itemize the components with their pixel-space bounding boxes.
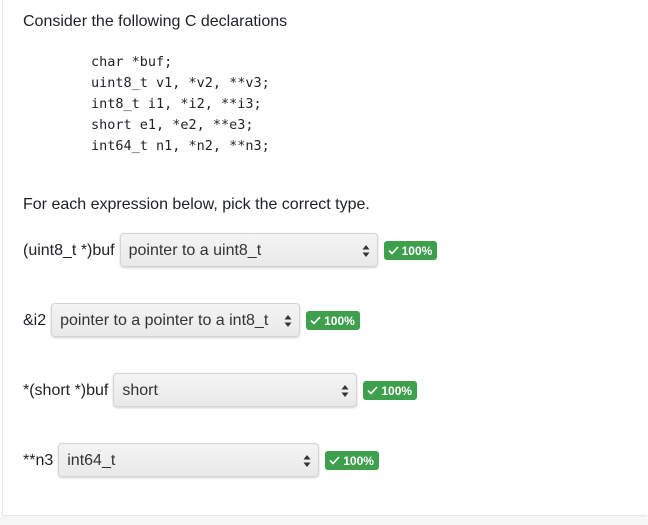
select-arrows-icon <box>341 385 349 397</box>
code-line: int64_t n1, *n2, **n3; <box>91 138 270 154</box>
expression-label: **n3 <box>23 452 54 469</box>
question-row-1: (uint8_t *)buf pointer to a uint8_t 100% <box>23 233 438 269</box>
check-icon <box>388 246 399 255</box>
footer-strip <box>0 516 648 525</box>
type-select-2[interactable]: pointer to a pointer to a int8_t <box>51 303 301 337</box>
check-icon <box>367 386 378 395</box>
code-line: uint8_t v1, *v2, **v3; <box>91 75 270 91</box>
select-arrows-icon <box>303 455 311 467</box>
score-badge: 100% <box>363 381 418 400</box>
code-line: int8_t i1, *i2, **i3; <box>91 96 262 112</box>
expression-label: &i2 <box>23 312 47 329</box>
question-row-3: *(short *)buf short 100% <box>23 373 418 409</box>
code-line: char *buf; <box>91 54 173 70</box>
selected-value: int64_t <box>67 452 116 469</box>
type-select-1[interactable]: pointer to a uint8_t <box>119 233 378 267</box>
select-arrows-icon <box>284 315 292 327</box>
selected-value: pointer to a uint8_t <box>128 242 262 259</box>
expression-label: *(short *)buf <box>23 382 109 399</box>
instruction-text: For each expression below, pick the corr… <box>23 196 370 213</box>
score-badge: 100% <box>383 241 438 260</box>
score-badge: 100% <box>306 311 360 330</box>
code-line: short e1, *e2, **e3; <box>91 117 254 133</box>
expression-label: (uint8_t *)buf <box>23 242 115 259</box>
question-intro: Consider the following C declarations <box>23 13 288 30</box>
selected-value: pointer to a pointer to a int8_t <box>60 312 269 329</box>
type-select-3[interactable]: short <box>113 373 358 407</box>
check-icon <box>310 316 321 325</box>
selected-value: short <box>122 382 158 399</box>
score-text: 100% <box>381 383 413 398</box>
score-text: 100% <box>401 243 433 258</box>
select-arrows-icon <box>362 245 370 257</box>
score-text: 100% <box>343 453 374 468</box>
question-row-2: &i2 pointer to a pointer to a int8_t 100… <box>23 303 360 339</box>
check-icon <box>329 456 340 465</box>
question-row-4: **n3 int64_t 100% <box>23 443 379 479</box>
score-badge: 100% <box>325 451 379 470</box>
type-select-4[interactable]: int64_t <box>58 443 320 477</box>
score-text: 100% <box>324 313 355 328</box>
code-block: char *buf; uint8_t v1, *v2, **v3; int8_t… <box>91 52 270 157</box>
